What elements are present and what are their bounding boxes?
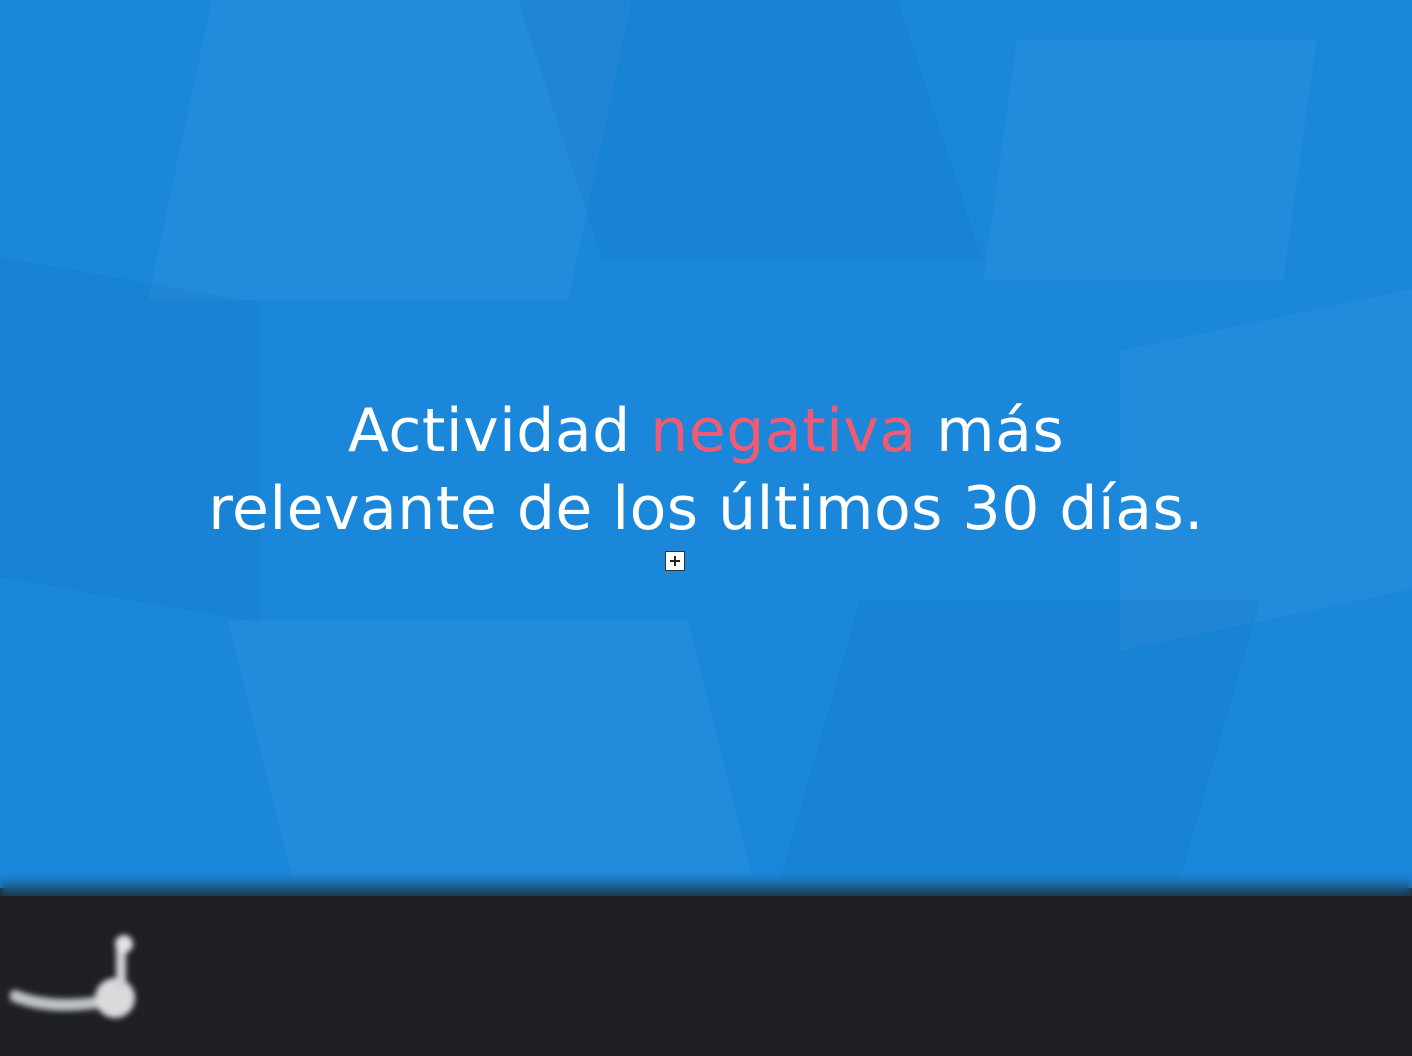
brand-logo (10, 935, 135, 1018)
plus-square-icon[interactable] (665, 551, 685, 571)
headline-text-start: Actividad (347, 396, 651, 466)
slide-background: Actividad negativa más relevante de los … (0, 0, 1412, 888)
background-facet (779, 600, 1261, 880)
headline-line-1: Actividad negativa más (0, 392, 1412, 470)
slide-headline: Actividad negativa más relevante de los … (0, 392, 1412, 548)
background-facet (983, 40, 1317, 280)
headline-text-end: más (916, 396, 1065, 466)
headline-accent-word: negativa (650, 396, 917, 466)
background-facet (517, 0, 983, 260)
headline-line-2: relevante de los últimos 30 días. (208, 474, 1204, 544)
background-facet (228, 620, 753, 880)
footer-bar (0, 896, 1412, 1056)
